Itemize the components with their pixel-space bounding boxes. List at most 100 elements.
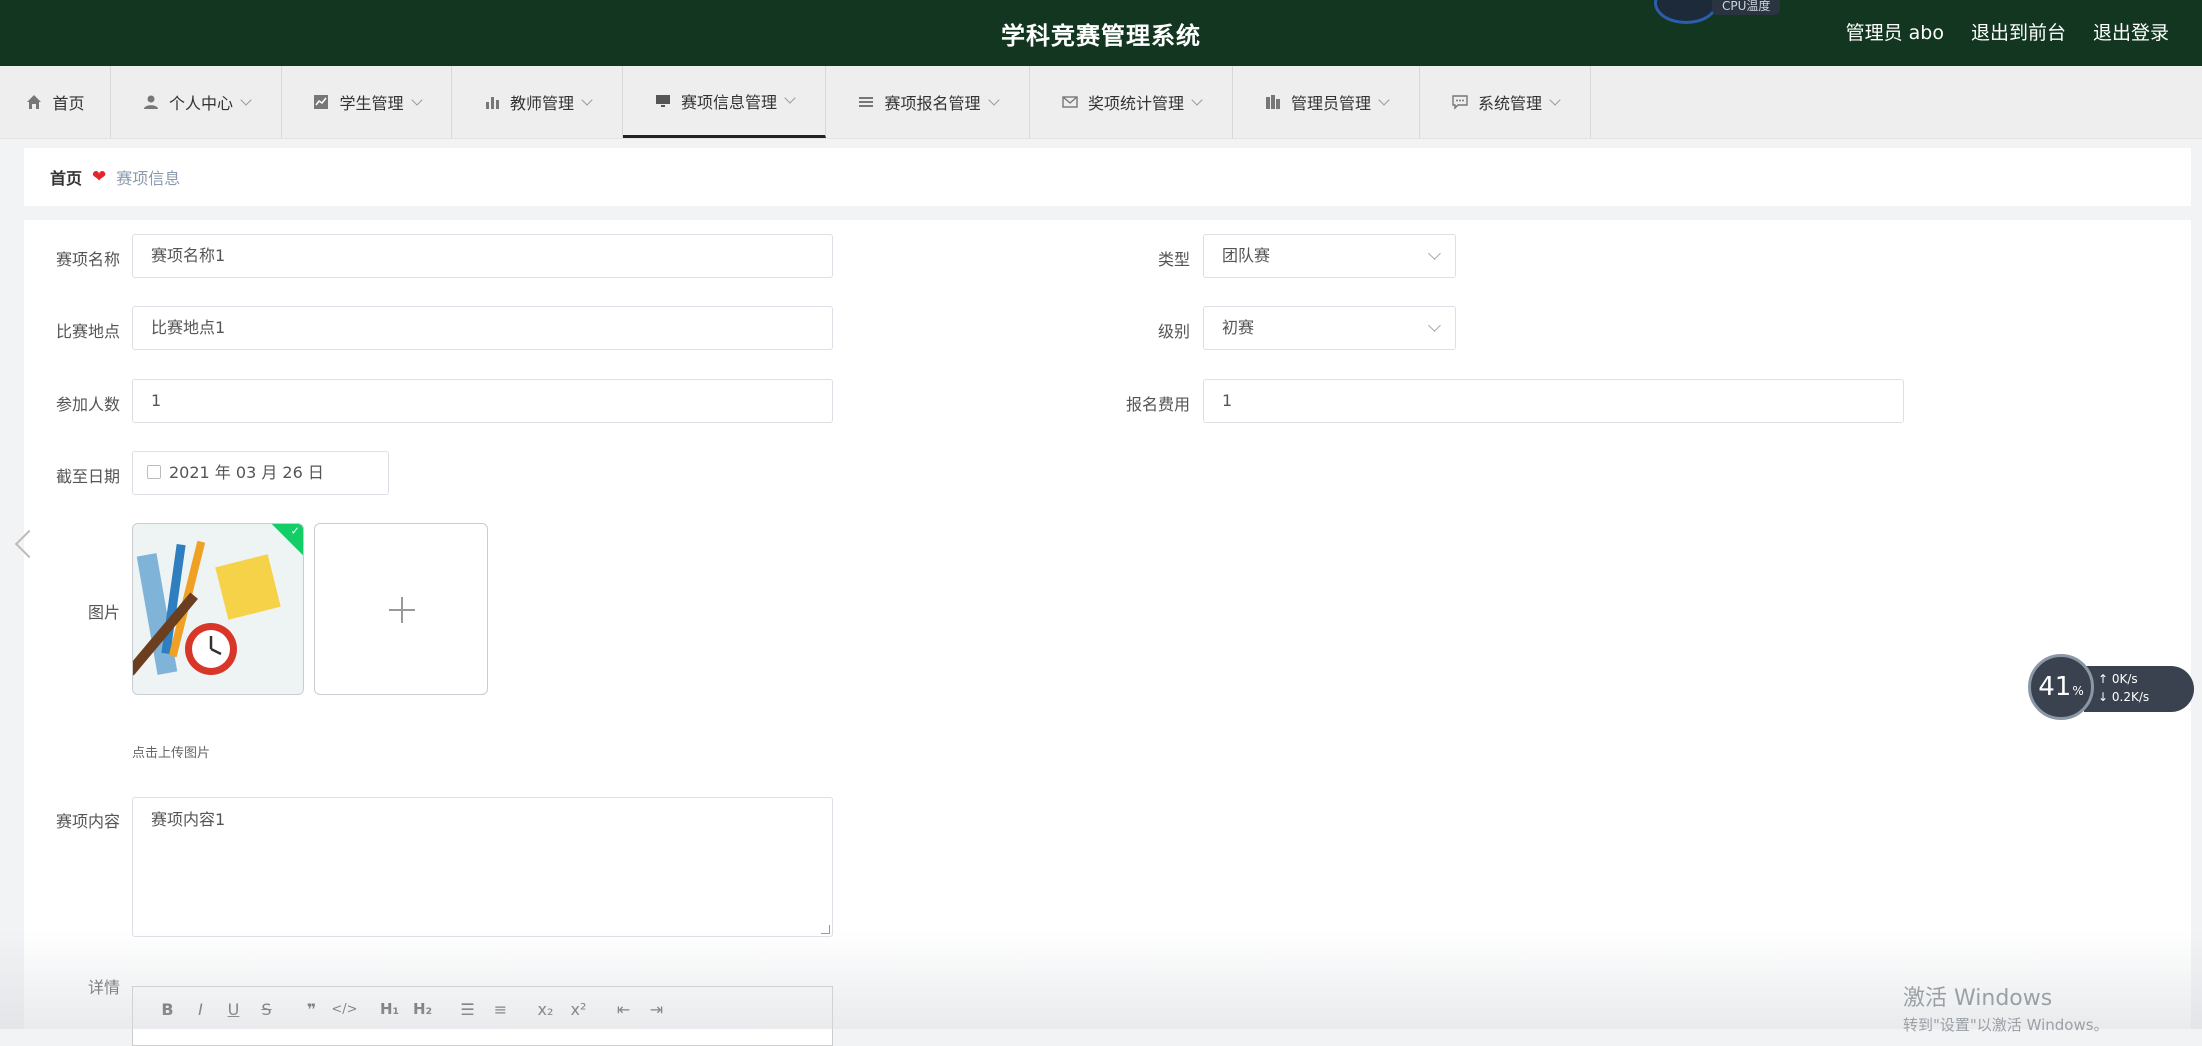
activation-title: 激活 Windows [1903,986,2053,1011]
uploaded-image-thumbnail[interactable]: ✓ [132,523,304,695]
nav-item-competitions[interactable]: 赛项信息管理 [623,66,826,138]
trend-icon [312,93,330,111]
nav-item-teachers[interactable]: 教师管理 [452,66,623,138]
bar-chart-icon [483,93,501,111]
level-select[interactable]: 初赛 [1203,306,1456,350]
italic-icon[interactable]: I [184,997,217,1021]
nav-item-registrations[interactable]: 赛项报名管理 [826,66,1030,138]
logout-link[interactable]: 退出登录 [2093,18,2169,45]
nav-label: 首页 [52,94,85,113]
image-label: 图片 [87,603,120,622]
net-percent: 41 [2038,672,2072,702]
location-label: 比赛地点 [55,322,120,341]
cpu-label: CPU温度 [1712,0,1781,15]
collapse-left-arrow-icon[interactable] [10,522,34,568]
heading2-icon[interactable]: H₂ [406,997,439,1021]
chat-icon [1451,93,1469,111]
breadcrumb-current: 赛项信息 [116,169,181,188]
count-input[interactable]: 1 [132,379,833,423]
network-speed-widget: ↑ 0K/s ↓ 0.2K/s 41% [2028,654,2194,724]
list-icon [857,93,875,111]
bold-icon[interactable]: B [151,997,184,1021]
nav-label: 系统管理 [1477,94,1542,113]
blockquote-icon[interactable]: ❞ [295,997,328,1021]
subscript-icon[interactable]: x₂ [529,997,562,1021]
mail-icon [1061,93,1079,111]
monitor-icon [654,92,672,110]
strikethrough-icon[interactable]: S [250,997,283,1021]
deadline-datepicker[interactable]: 2021 年 03 月 26 日 [132,451,389,495]
chevron-down-icon [1191,93,1203,106]
type-select-value: 团队赛 [1222,246,1271,265]
content-textarea[interactable]: 赛项内容1 [132,797,833,937]
windows-activation-watermark: 激活 Windows 转到"设置"以激活 Windows。 [1903,980,2109,1035]
editor-toolbar: B I U S ❞ </> H₁ H₂ ☰ ≡ x₂ x² ⇤ ⇥ [151,997,673,1021]
nav-item-admins[interactable]: 管理员管理 [1233,66,1420,138]
breadcrumb-home[interactable]: 首页 [50,165,82,189]
activation-subtitle: 转到"设置"以激活 Windows。 [1903,1016,2109,1034]
nav-label: 学生管理 [339,94,404,113]
current-user: 管理员 abo [1845,22,1944,44]
main-nav: 首页 个人中心 学生管理 教师管理 赛项信息管理 赛项报名管理 奖项统计管理 管… [0,66,2202,139]
back-to-front-link[interactable]: 退出到前台 [1971,18,2066,45]
level-select-value: 初赛 [1222,318,1255,337]
resize-handle-icon[interactable] [821,925,830,934]
chevron-down-icon [410,93,423,106]
chevron-down-icon [1428,247,1441,260]
chevron-down-icon [240,93,252,106]
nav-item-system[interactable]: 系统管理 [1420,66,1591,138]
deadline-label: 截至日期 [55,467,120,486]
ordered-list-icon[interactable]: ☰ [451,997,484,1021]
content-value: 赛项内容1 [151,810,226,829]
type-label: 类型 [1157,250,1190,269]
nav-item-awards[interactable]: 奖项统计管理 [1030,66,1233,138]
nav-label: 管理员管理 [1290,94,1371,113]
chevron-down-icon [987,93,1000,106]
nav-item-students[interactable]: 学生管理 [282,66,452,138]
heading1-icon[interactable]: H₁ [373,997,406,1021]
bullet-list-icon[interactable]: ≡ [484,997,517,1021]
nav-item-personal[interactable]: 个人中心 [111,66,282,138]
breadcrumb: 首页 ❤ 赛项信息 [24,148,2191,206]
type-select[interactable]: 团队赛 [1203,234,1456,278]
code-block-icon[interactable]: </> [328,997,361,1021]
net-speed-pill: ↑ 0K/s ↓ 0.2K/s [2084,666,2194,712]
upload-hint: 点击上传图片 [132,746,211,761]
superscript-icon[interactable]: x² [562,997,595,1021]
calendar-icon [147,465,161,479]
header-actions: 管理员 abo 退出到前台 退出登录 [1846,18,2169,45]
top-header: CPU温度 学科竞赛管理系统 管理员 abo 退出到前台 退出登录 [0,0,2202,66]
chevron-down-icon [1428,319,1441,332]
fee-input[interactable]: 1 [1203,379,1904,423]
underline-icon[interactable]: U [217,997,250,1021]
stationery-illustration-icon [133,524,303,694]
chevron-down-icon [581,93,593,106]
net-download-speed: ↓ 0.2K/s [2098,690,2150,704]
user-icon [142,93,160,111]
outdent-icon[interactable]: ⇤ [607,997,640,1021]
nav-item-home[interactable]: 首页 [0,66,111,138]
indent-icon[interactable]: ⇥ [640,997,673,1021]
nav-label: 赛项报名管理 [884,94,981,113]
level-label: 级别 [1157,322,1190,341]
deadline-value: 2021 年 03 月 26 日 [169,463,324,482]
name-label: 赛项名称 [55,250,120,269]
name-input[interactable]: 赛项名称1 [132,234,833,278]
net-usage-ring: 41% [2028,654,2094,720]
net-upload-speed: ↑ 0K/s [2098,672,2138,686]
chevron-down-icon [784,92,796,104]
nav-label: 赛项信息管理 [680,92,777,112]
upload-image-button[interactable] [314,523,488,695]
nav-label: 教师管理 [509,94,574,113]
chevron-down-icon [1549,93,1561,106]
net-percent-unit: % [2072,684,2084,698]
plus-icon-vertical [401,597,403,623]
location-input[interactable]: 比赛地点1 [132,306,833,350]
nav-label: 个人中心 [168,94,233,113]
detail-label: 详情 [87,978,120,997]
nav-label: 奖项统计管理 [1087,94,1184,113]
rich-text-editor[interactable]: B I U S ❞ </> H₁ H₂ ☰ ≡ x₂ x² ⇤ ⇥ [132,986,833,1046]
fee-label: 报名费用 [1125,395,1190,414]
count-label: 参加人数 [55,395,120,414]
home-icon [25,93,43,111]
